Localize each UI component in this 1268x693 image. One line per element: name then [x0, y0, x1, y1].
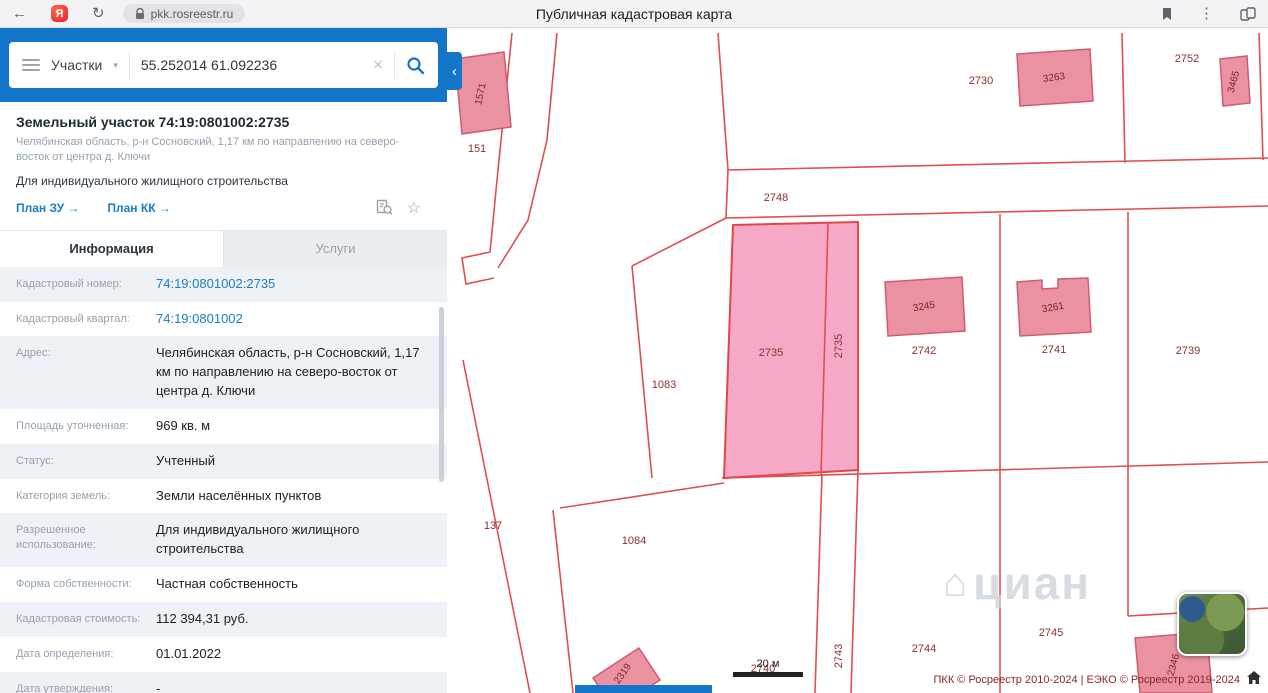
row-label: Статус: [16, 454, 54, 467]
row-value: Учтенный [156, 452, 216, 468]
favorite-star-icon[interactable]: ☆ [407, 198, 421, 218]
zoom-to-parcel-icon[interactable] [376, 199, 393, 216]
search-input[interactable] [140, 57, 363, 73]
table-row: Кадастровая стоимость: 112 394,31 руб. [0, 601, 447, 637]
url-text: pkk.rosreestr.ru [150, 6, 234, 21]
map-edge-blue-strip [575, 685, 712, 693]
row-label: Кадастровый номер: [16, 277, 122, 290]
collections-icon[interactable] [1240, 6, 1256, 21]
parcel-info-panel: Земельный участок 74:19:0801002:2735 Чел… [0, 102, 447, 693]
divider [128, 51, 130, 79]
parcel-address-subtitle: Челябинская область, р-н Сосновский, 1,1… [16, 136, 400, 163]
address-bar[interactable]: pkk.rosreestr.ru [122, 4, 246, 23]
browser-right-icons: ⋮ [1161, 6, 1256, 21]
row-value: Земли населённых пунктов [156, 487, 322, 503]
kebab-menu-icon[interactable]: ⋮ [1199, 6, 1214, 21]
home-button[interactable] [1246, 670, 1264, 688]
table-row: Статус: Учтенный [0, 443, 447, 479]
layer-type-dropdown[interactable]: Участки [51, 57, 102, 73]
cian-watermark: ⌂ циан [943, 557, 1092, 609]
bookmark-icon[interactable] [1161, 7, 1173, 21]
parcel-boundaries [461, 32, 1268, 693]
row-value: Челябинская область, р-н Сосновский, 1,1… [156, 345, 420, 399]
tab-information[interactable]: Информация [0, 230, 223, 267]
row-label: Дата утверждения: [16, 682, 114, 693]
plan-links-row: План ЗУ → План КК → ☆ [16, 198, 431, 218]
row-label: Площадь уточненная: [16, 419, 129, 432]
search-button[interactable] [406, 56, 425, 75]
home-icon [1247, 671, 1261, 684]
row-value: Для индивидуального жилищного строительс… [156, 522, 360, 557]
table-row: Кадастровый номер: 74:19:0801002:2735 [0, 266, 447, 302]
row-label: Кадастровый квартал: [16, 312, 130, 325]
search-panel: Участки ▾ × [0, 28, 447, 102]
browser-page-title: Публичная кадастровая карта [535, 5, 733, 22]
panel-scrollbar[interactable] [439, 307, 444, 482]
satellite-layer-thumbnail[interactable] [1177, 592, 1247, 656]
yandex-browser-icon[interactable]: Я [51, 5, 68, 22]
map-attribution: ПКК © Росреестр 2010-2024 | ЕЭКО © Росре… [933, 674, 1241, 686]
parcel-usage-text: Для индивидуального жилищного строительс… [16, 173, 288, 188]
row-value: - [156, 680, 161, 693]
row-value: Частная собственность [156, 576, 298, 592]
panel-action-icons: ☆ [376, 198, 421, 218]
row-value-link[interactable]: 74:19:0801002 [156, 310, 243, 329]
table-row: Адрес: Челябинская область, р-н Сосновски… [0, 336, 447, 409]
table-row: Дата определения: 01.01.2022 [0, 637, 447, 672]
divider [394, 51, 395, 79]
row-label: Категория земель: [16, 489, 111, 502]
lock-icon [135, 7, 144, 19]
row-label: Адрес: [16, 347, 51, 360]
panel-collapse-toggle[interactable]: ‹ [447, 52, 462, 90]
map[interactable]: ⌂ циан 151 2730 2752 2748 2735 2735 2742 2741 273… [447, 28, 1268, 693]
browser-toolbar: ← Я ↻ pkk.rosreestr.ru Публичная кадастр… [0, 0, 1268, 28]
row-label: Дата определения: [16, 647, 114, 660]
panel-header: Земельный участок 74:19:0801002:2735 Чел… [0, 102, 447, 218]
watermark-house-icon: ⌂ [943, 560, 970, 605]
table-row: Кадастровый квартал: 74:19:0801002 [0, 302, 447, 337]
row-label: Разрешенное использование: [16, 524, 96, 551]
scale-label: 20 м [756, 658, 780, 670]
selected-parcel-shape[interactable] [722, 220, 859, 480]
row-value: 01.01.2022 [156, 645, 222, 661]
row-value: 112 394,31 руб. [156, 610, 249, 626]
clear-search-button[interactable]: × [373, 55, 383, 75]
back-button[interactable]: ← [12, 6, 27, 21]
table-row: Дата утверждения: - [0, 671, 447, 693]
parcel-title: Земельный участок 74:19:0801002:2735 [16, 114, 290, 130]
plan-kk-link[interactable]: План КК → [107, 201, 171, 215]
row-value-link[interactable]: 74:19:0801002:2735 [156, 275, 275, 294]
reload-button[interactable]: ↻ [92, 6, 105, 21]
map-vector-layer [454, 32, 1268, 693]
row-label: Кадастровая стоимость: [16, 612, 141, 625]
panel-tabs: Информация Услуги [0, 229, 447, 267]
row-label: Форма собственности: [16, 578, 132, 591]
screen: ← Я ↻ pkk.rosreestr.ru Публичная кадастр… [0, 0, 1268, 693]
plan-zu-link[interactable]: План ЗУ → [16, 201, 79, 215]
map-scale-control: 20 м [733, 658, 803, 677]
table-row: Форма собственности: Частная собственност… [0, 567, 447, 602]
table-row: Площадь уточненная: 969 кв. м [0, 409, 447, 444]
menu-button[interactable] [22, 59, 40, 71]
scale-bar [733, 672, 803, 677]
chevron-down-icon[interactable]: ▾ [113, 60, 118, 71]
browser-nav-icons: ← Я ↻ [0, 5, 105, 22]
tab-services[interactable]: Услуги [223, 230, 447, 267]
search-bar: Участки ▾ × [9, 42, 438, 88]
table-row: Категория земель: Земли населённых пункто… [0, 479, 447, 514]
table-row: Разрешенное использование: Для индивидуал… [0, 513, 447, 568]
row-value: 969 кв. м [156, 417, 211, 433]
info-table: Кадастровый номер: 74:19:0801002:2735 Када… [0, 266, 447, 693]
